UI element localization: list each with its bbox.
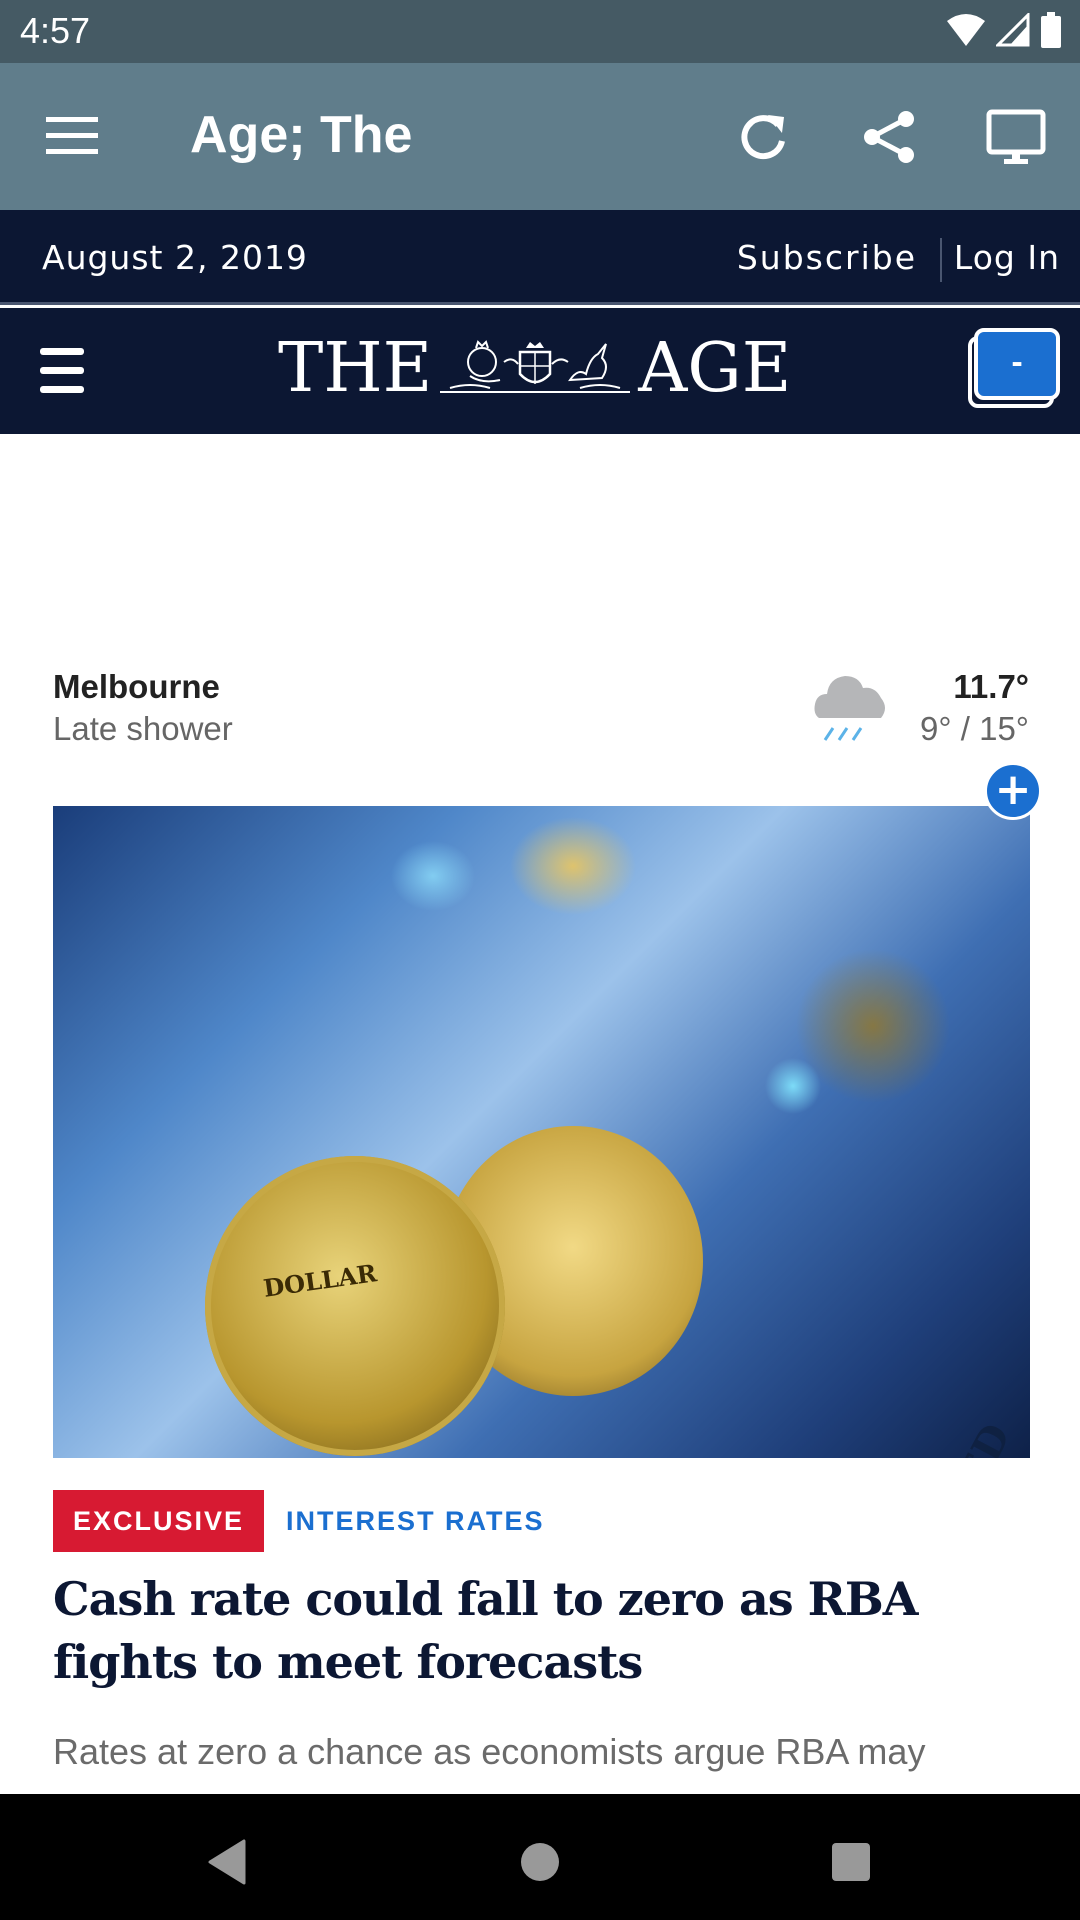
the-age-logo[interactable]: THE AGE [278,328,791,408]
logo-word-the: THE [278,328,433,408]
home-button[interactable] [510,1832,570,1892]
battery-icon [1041,12,1061,48]
date-text: August 2, 2019 [42,238,308,277]
hamburger-menu-icon [46,117,98,154]
weather-description: Late shower [53,710,233,747]
status-time: 4:57 [20,10,91,51]
weather-temp-range: 9° / 15° [920,710,1029,747]
tab-stack-front: - [974,328,1060,400]
desktop-view-button[interactable] [980,101,1052,173]
topic-link[interactable]: INTEREST RATES [286,1506,545,1537]
back-button[interactable] [196,1832,256,1892]
banknote-text: UNITED [892,1416,1020,1458]
share-icon [864,111,914,163]
wifi-icon [947,14,985,46]
system-nav-bar [0,1794,1080,1920]
header-divider [940,238,942,282]
login-link[interactable]: Log In [954,238,1060,277]
status-icons [946,12,1062,48]
hamburger-line [40,367,84,374]
app-menu-button[interactable] [46,115,98,155]
subscribe-link[interactable]: Subscribe [737,238,917,277]
app-bar: Age; The [0,63,1080,210]
weather-current-temp: 11.7° [953,668,1029,705]
logo-word-age: AGE [638,328,792,408]
home-icon [521,1843,559,1881]
add-button[interactable]: + [984,762,1042,820]
ad-placeholder [0,434,1080,644]
desktop-monitor-icon [986,109,1046,164]
article-headline[interactable]: Cash rate could fall to zero as RBA figh… [53,1568,1013,1694]
status-bar: 4:57 [0,0,1080,63]
recents-icon [832,1843,870,1881]
recents-button[interactable] [821,1832,881,1892]
weather-widget[interactable]: Melbourne Late shower 11.7° 9° / 15° [53,662,1029,762]
weather-city: Melbourne [53,668,220,705]
site-topline: August 2, 2019 Subscribe Log In [0,210,1080,305]
tabs-switcher-button[interactable]: - [968,328,1062,410]
app-title: Age; The [190,106,413,164]
cell-signal-icon [996,13,1030,47]
coat-of-arms-icon [440,340,631,393]
exclusive-badge: EXCLUSIVE [53,1490,265,1552]
article-tags: EXCLUSIVE INTEREST RATES [53,1490,545,1552]
article-hero-image[interactable]: DOLLAR UNITED [53,806,1030,1458]
hamburger-line [40,386,84,393]
share-button[interactable] [854,101,926,173]
site-menu-button[interactable] [40,348,84,394]
rain-cloud-icon [814,676,885,741]
back-icon [208,1839,246,1885]
refresh-icon [741,115,785,160]
refresh-button[interactable] [728,101,800,173]
masthead: THE AGE - [0,308,1080,434]
hamburger-line [40,348,84,355]
coin-image-detail [205,1156,505,1456]
